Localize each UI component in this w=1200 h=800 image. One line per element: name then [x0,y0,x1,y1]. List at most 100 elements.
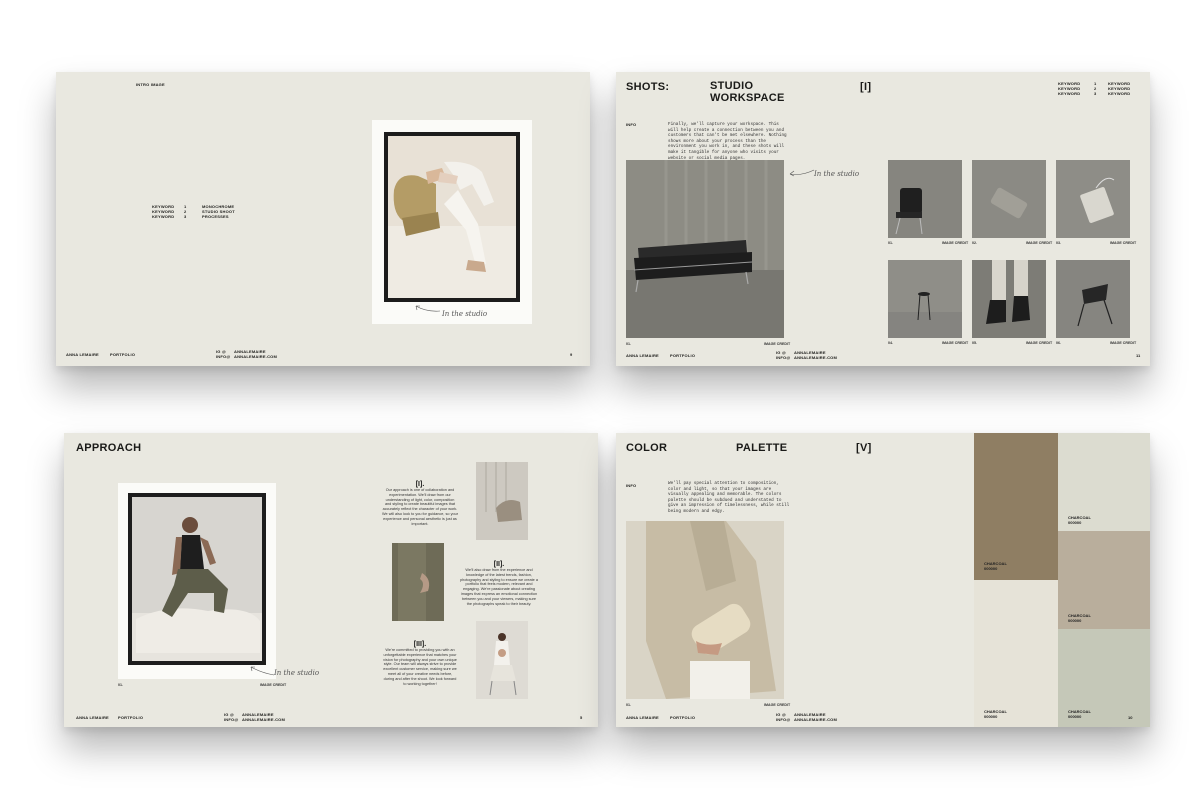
slide-title-mid: STUDIO WORKSPACE [710,80,785,104]
dress-photo-art [476,621,528,699]
contact-website[interactable]: ANNALEMAIRE.COM [242,717,285,722]
photo-caption: 01. [118,683,123,687]
contact-label-info: INFO@ [776,717,791,722]
grid-caption: 03. [1056,241,1061,245]
phone-photo [972,160,1046,238]
keyword-value: KEYWORD [1108,91,1131,96]
woman-lounging-photo [388,136,516,298]
contact-website[interactable]: ANNALEMAIRE.COM [234,354,277,359]
portfolio-label: PORTFOLIO [670,715,696,720]
slide-title: APPROACH [76,442,142,454]
contact-labels: IG @ INFO@ [224,712,238,722]
studio-caption: In the studio [814,170,860,178]
approach-section-3: [III]. We're committed to providing you … [382,641,458,686]
image-credit: IMAGE CREDIT [942,241,969,245]
folding-chair-photo [1056,260,1130,338]
page-number: 11 [1136,353,1141,358]
portfolio-label: PORTFOLIO [670,353,696,358]
slide-title-mid: PALETTE [736,442,788,454]
photo-caption: 01. [626,703,631,707]
swatch-code: 000000 [1068,618,1082,623]
swatch-code: 000000 [1068,520,1082,525]
coat-clutch-photo [626,521,784,699]
image-credit: IMAGE CREDIT [1026,341,1053,345]
contact-label-info: INFO@ [776,355,791,360]
slide-approach: APPROACH 01. IMAGE CREDIT In the studio … [64,433,598,727]
grid-photo-tag [1056,160,1130,238]
grid-caption: 05. [972,341,977,345]
sleeve-photo-art [392,543,444,621]
section-text: Our approach is one of collaboration and… [382,488,458,526]
office-chair-photo [888,160,962,238]
sofa-photo [626,160,784,338]
image-credit: IMAGE CREDIT [1026,241,1053,245]
contact-values: ANNALEMAIRE ANNALEMAIRE.COM [234,349,277,359]
grid-caption: 01. [888,241,893,245]
image-credit: IMAGE CREDIT [764,703,791,707]
grid-photo-boots [972,260,1046,338]
tag-photo [1056,160,1130,238]
portfolio-label: PORTFOLIO [110,352,136,357]
contact-website[interactable]: ANNALEMAIRE.COM [794,717,837,722]
swatch-label: CHARCOAL 000000 [1068,709,1091,719]
contact-labels: IG @ INFO@ [776,350,790,360]
grid-caption: 02. [972,241,977,245]
armchair-photo-art [476,462,528,540]
grid-photo-folding-chair [1056,260,1130,338]
keyword-label: KEYWORD [152,214,175,219]
roman-numeral: [I] [860,81,872,93]
contact-label-info: INFO@ [224,717,239,722]
grid-caption: 06. [1056,341,1061,345]
contact-values: ANNALEMAIRE ANNALEMAIRE.COM [794,712,837,722]
slide-title-left: COLOR [626,442,668,454]
swatch-code: 000000 [1068,714,1082,719]
approach-section-1: [I]. Our approach is one of collaboratio… [382,481,458,526]
section-text: We're committed to providing you with an… [383,648,457,686]
contact-values: ANNALEMAIRE ANNALEMAIRE.COM [794,350,837,360]
swatch-code: 000000 [984,714,998,719]
arrow-icon [415,305,441,312]
stool-photo [888,260,962,338]
image-credit: IMAGE CREDIT [764,342,791,346]
slide-color-palette: COLOR PALETTE [V] INFO We'll pay special… [616,433,1150,727]
contact-labels: IG @ INFO@ [216,349,230,359]
contact-label-info: INFO@ [216,354,231,359]
body-text: Finally, we'll capture your workspace. T… [668,122,787,161]
swatch-label: CHARCOAL 000000 [1068,613,1091,623]
grid-photo-stool [888,260,962,338]
dress-photo [476,621,528,699]
keyword-label: KEYWORD [1058,91,1081,96]
grid-photo-chair [888,160,962,238]
contact-website[interactable]: ANNALEMAIRE.COM [794,355,837,360]
framed-photo: In the studio [372,120,532,324]
approach-section-2: [II]. We'll also draw from the experienc… [460,561,538,606]
keyword-index: 3 [184,214,187,219]
slide-shots-studio: SHOTS: STUDIO WORKSPACE [I] KEYWORD KEYW… [616,72,1150,366]
swatch-column-2: CHARCOAL 000000 CHARCOAL 000000 CHARCOAL… [1058,433,1150,727]
arrow-icon [789,169,815,177]
keyword-value: PROCESSES [202,214,229,219]
swatch-label: CHARCOAL 000000 [984,709,1007,719]
author-name: ANNA LEMAIRE [626,353,659,358]
portrait-photo [128,493,266,665]
image-credit: IMAGE CREDIT [1110,241,1137,245]
boots-photo [972,260,1046,338]
info-label: INFO [626,483,637,488]
image-credit: IMAGE CREDIT [260,683,287,687]
author-name: ANNA LEMAIRE [66,352,99,357]
main-photo-caption: 01. [626,342,631,346]
author-name: ANNA LEMAIRE [626,715,659,720]
image-credit: IMAGE CREDIT [942,341,969,345]
page-number: 9 [570,352,573,357]
section-roman: [II]. [493,561,505,568]
color-swatch [974,580,1058,727]
sleeve-photo [392,543,444,621]
grid-photo-phone [972,160,1046,238]
section-roman: [I]. [415,481,425,488]
contact-labels: IG @ INFO@ [776,712,790,722]
swatch-label: CHARCOAL 000000 [1068,515,1091,525]
swatch-label: CHARCOAL 000000 [984,561,1007,571]
author-name: ANNA LEMAIRE [76,715,109,720]
keyword-index: 3 [1094,91,1097,96]
section-roman: [III]. [413,641,427,648]
